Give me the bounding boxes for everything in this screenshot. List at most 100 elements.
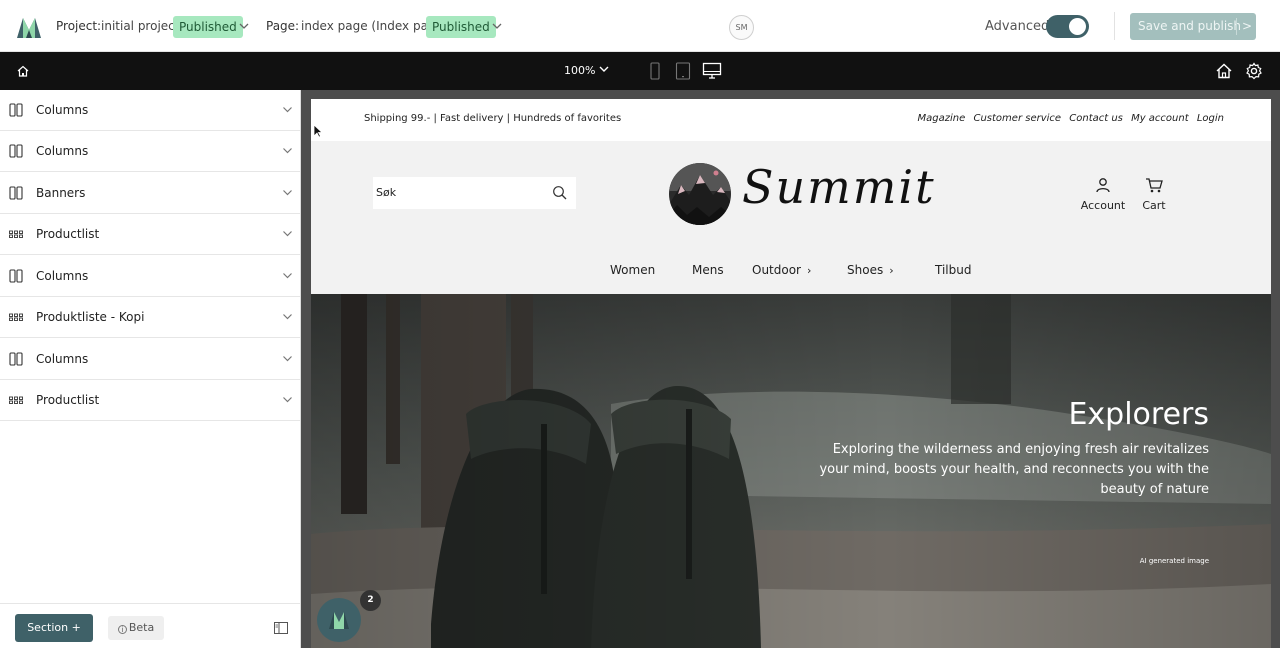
section-row[interactable]: Columns [0, 256, 300, 297]
site-preview: Shipping 99.- | Fast delivery | Hundreds… [311, 99, 1271, 648]
section-row[interactable]: Columns [0, 339, 300, 380]
columns-icon [9, 103, 23, 117]
chevron-down-icon[interactable] [282, 311, 293, 322]
top-header: Project: initial project Published Page:… [0, 0, 1280, 52]
save-and-publish-label: Save and publish [1138, 19, 1242, 33]
search-icon[interactable] [552, 185, 567, 200]
main-navigation: Women Mens Outdoor › Shoes › Tilbud [311, 262, 1271, 282]
columns-icon [9, 269, 23, 283]
app-logo[interactable] [16, 15, 42, 39]
page-dropdown-icon[interactable] [490, 19, 504, 33]
section-row[interactable]: Productlist [0, 380, 300, 421]
chevron-down-icon[interactable] [282, 228, 293, 239]
home-icon[interactable] [16, 64, 30, 78]
chevron-down-icon[interactable] [282, 104, 293, 115]
tablet-icon[interactable] [675, 62, 691, 80]
beta-label: Beta [128, 621, 155, 634]
cart-label: Cart [1142, 199, 1166, 212]
chevron-right-icon: › [807, 264, 812, 277]
editor-toolbar: 100% [0, 52, 1280, 90]
link-magazine[interactable]: Magazine [918, 113, 966, 124]
beta-button[interactable]: i Beta [108, 616, 164, 640]
section-label: Columns [36, 269, 89, 283]
account-label: Account [1080, 199, 1126, 212]
nav-tilbud[interactable]: Tilbud [935, 262, 971, 278]
store-search-input[interactable]: Søk [373, 177, 576, 209]
section-row[interactable]: Columns [0, 131, 300, 172]
nav-mens[interactable]: Mens [692, 262, 724, 278]
nav-shoes[interactable]: Shoes › [847, 262, 894, 279]
brand-wordmark[interactable]: Summit [742, 157, 936, 217]
section-label: Columns [36, 352, 89, 366]
zoom-dropdown-icon[interactable] [598, 65, 610, 75]
link-my-account[interactable]: My account [1131, 113, 1189, 124]
section-row[interactable]: Banners [0, 173, 300, 214]
publish-separator [1236, 18, 1237, 35]
zoom-level[interactable]: 100% [564, 64, 595, 77]
link-login[interactable]: Login [1197, 113, 1224, 124]
nav-outdoor-label: Outdoor [752, 263, 801, 277]
panel-layout-icon[interactable] [274, 622, 288, 634]
account-icon [1096, 178, 1110, 193]
chevron-down-icon[interactable] [282, 394, 293, 405]
section-label: Banners [36, 186, 86, 200]
preview-canvas: Shipping 99.- | Fast delivery | Hundreds… [301, 90, 1280, 648]
assistant-fab-button[interactable] [317, 598, 361, 642]
account-button[interactable]: Account [1077, 177, 1129, 212]
section-row[interactable]: Produktliste - Kopi [0, 297, 300, 338]
app-logo-icon [329, 612, 349, 629]
mouse-cursor-icon [313, 124, 323, 138]
grid-icon [9, 313, 23, 321]
header-divider [1114, 12, 1115, 40]
hero-title: Explorers [1068, 397, 1209, 432]
advanced-label: Advanced [985, 19, 1050, 34]
hero-banner[interactable]: Explorers Exploring the wilderness and e… [311, 294, 1271, 648]
panel-footer: Section + i Beta [0, 603, 300, 648]
publish-arrow-icon[interactable]: > [1242, 13, 1252, 40]
project-label: Project: [56, 19, 102, 33]
promo-bar: Shipping 99.- | Fast delivery | Hundreds… [311, 99, 1271, 141]
section-label: Produktliste - Kopi [36, 310, 145, 324]
link-customer-service[interactable]: Customer service [973, 113, 1061, 124]
chevron-right-icon: › [889, 264, 894, 277]
mobile-icon[interactable] [649, 62, 661, 80]
desktop-icon[interactable] [702, 62, 722, 80]
chevron-down-icon[interactable] [282, 270, 293, 281]
brand-logo-mountain[interactable] [667, 161, 733, 227]
page-status-badge: Published [426, 16, 496, 38]
hero-text: Exploring the wilderness and enjoying fr… [819, 442, 1209, 497]
columns-icon [9, 352, 23, 366]
chevron-down-icon[interactable] [282, 145, 293, 156]
search-placeholder: Søk [376, 186, 397, 199]
section-label: Productlist [36, 393, 100, 407]
page-label: Page: [266, 19, 300, 33]
grid-icon [9, 230, 23, 238]
section-row[interactable]: Columns [0, 90, 300, 131]
user-avatar[interactable]: SM [729, 15, 754, 40]
advanced-toggle[interactable] [1046, 15, 1089, 38]
project-dropdown-icon[interactable] [237, 19, 251, 33]
link-contact-us[interactable]: Contact us [1069, 113, 1123, 124]
columns-icon [9, 186, 23, 200]
section-label: Columns [36, 144, 89, 158]
chevron-down-icon[interactable] [282, 353, 293, 364]
nav-outdoor[interactable]: Outdoor › [752, 262, 811, 279]
ai-image-note: AI generated image [1139, 557, 1209, 565]
section-row[interactable]: Productlist [0, 214, 300, 255]
site-home-icon[interactable] [1215, 62, 1233, 80]
settings-gear-icon[interactable] [1245, 62, 1263, 80]
nav-women[interactable]: Women [610, 262, 655, 278]
add-section-button[interactable]: Section + [15, 614, 93, 642]
promo-text: Shipping 99.- | Fast delivery | Hundreds… [364, 113, 622, 124]
nav-shoes-label: Shoes [847, 263, 884, 277]
cart-button[interactable]: Cart [1139, 177, 1169, 212]
project-name[interactable]: initial project [101, 19, 179, 33]
save-and-publish-button[interactable]: Save and publish > [1130, 13, 1256, 40]
columns-icon [9, 144, 23, 158]
store-header: Søk Summit Account Cart Women Mens Outdo… [311, 141, 1271, 294]
chevron-down-icon[interactable] [282, 187, 293, 198]
grid-icon [9, 396, 23, 404]
section-label: Columns [36, 103, 89, 117]
project-status-badge: Published [173, 16, 243, 38]
info-icon: i [117, 625, 127, 634]
